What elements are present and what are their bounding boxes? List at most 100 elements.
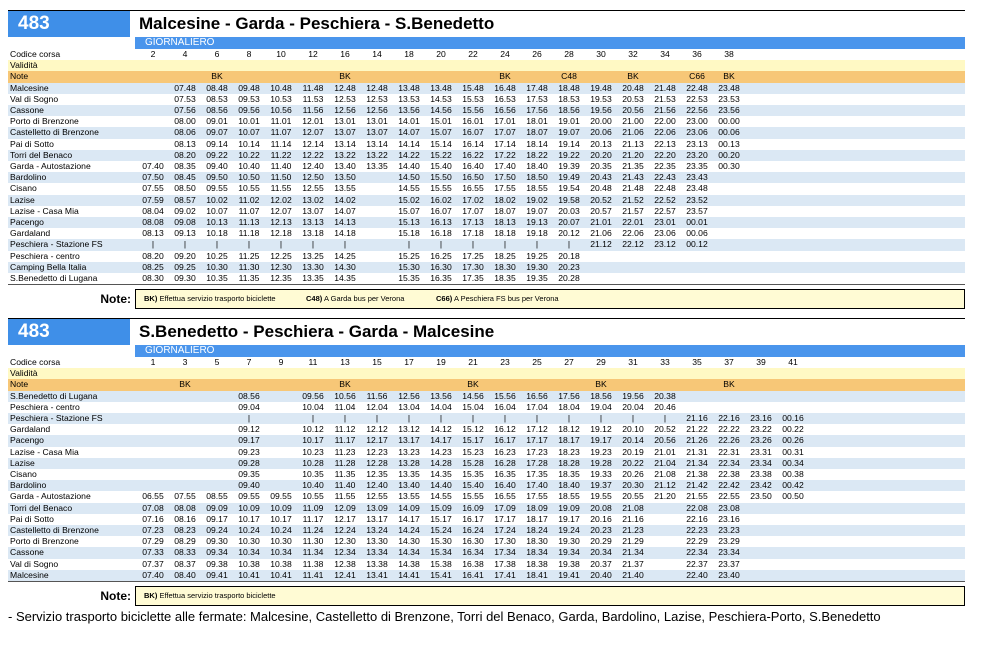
notes-legend: Note: BK) Effettua servizio trasporto bi… <box>8 289 965 309</box>
time-cell: C48 <box>553 71 585 83</box>
time-cell: 14.34 <box>393 547 425 559</box>
time-cell: 13.56 <box>393 105 425 117</box>
time-cell: 20.40 <box>585 569 617 583</box>
time-cell <box>137 127 169 139</box>
time-cell: 22.06 <box>649 127 681 139</box>
time-cell: 16.12 <box>494 424 516 435</box>
time-cell: 11.56 <box>361 390 393 402</box>
time-cell: 00.42 <box>777 480 809 492</box>
time-cell: 11.40 <box>270 161 292 172</box>
time-cell: 21.16 <box>681 413 713 425</box>
time-cell: 18.38 <box>526 558 548 569</box>
time-cell: 15.07 <box>398 205 420 216</box>
time-cell: | <box>137 239 169 251</box>
time-cell: 21.38 <box>686 469 708 480</box>
time-cell: 19.38 <box>558 558 580 569</box>
time-cell: 21.16 <box>622 513 644 524</box>
time-cell: | <box>233 239 265 251</box>
time-cell: 19.09 <box>553 502 585 514</box>
time-cell: 11.17 <box>329 435 361 447</box>
time-cell: 13.13 <box>297 217 329 229</box>
time-cell: 22.48 <box>681 82 713 94</box>
time-cell: 18.22 <box>521 149 553 162</box>
time-cell: 18.14 <box>526 138 548 149</box>
time-cell: 23.13 <box>686 138 708 149</box>
time-cell: 11.23 <box>334 446 356 457</box>
time-cell: 29 <box>596 357 606 367</box>
legend-entry: C66) A Peschiera FS bus per Verona <box>436 290 559 308</box>
time-cell: 09.55 <box>206 183 228 194</box>
time-cell: 20.55 <box>622 491 644 502</box>
stop-row: S.Benedetto di Lugana 08.30 09.30 10.35 11.3… <box>8 273 965 286</box>
time-cell <box>169 435 201 447</box>
time-cell <box>617 261 649 274</box>
time-cell <box>265 402 297 413</box>
notes-legend-label: Note: <box>100 589 131 603</box>
stop-row: Peschiera - Stazione FS | | | | | | | | | | | | | 21.1… <box>8 239 965 251</box>
time-cell: 12.24 <box>329 525 361 537</box>
time-cell: 10.40 <box>238 161 260 172</box>
time-cell: 35 <box>692 357 702 367</box>
time-cell <box>617 60 649 72</box>
time-cell: 21.04 <box>649 457 681 470</box>
time-cell: 22.20 <box>649 149 681 162</box>
time-cell <box>297 379 329 391</box>
time-cell: 16.07 <box>457 127 489 139</box>
time-cell: 09.08 <box>169 217 201 229</box>
time-cell: | <box>617 413 649 425</box>
time-cell: 11.56 <box>297 105 329 117</box>
row-filler <box>745 116 965 127</box>
time-cell <box>585 71 617 83</box>
time-cell: 20.57 <box>590 205 612 216</box>
time-cell: 19.35 <box>521 273 553 286</box>
title-bar: 483 Malcesine - Garda - Peschiera - S.Be… <box>8 10 965 37</box>
time-cell: 10.04 <box>302 401 324 412</box>
row-label: Bardolino <box>8 480 137 492</box>
row-label: Cassone <box>8 105 137 117</box>
time-cell: 22.43 <box>649 172 681 184</box>
time-cell <box>649 547 681 559</box>
time-cell: 20.56 <box>617 105 649 117</box>
time-cell: 10 <box>276 49 286 59</box>
time-cell: 16.18 <box>430 228 452 239</box>
time-cell: 20.23 <box>553 261 585 274</box>
time-cell: 19.33 <box>590 469 612 480</box>
time-cell <box>297 71 329 83</box>
time-cell: 15.50 <box>425 172 457 184</box>
time-cell: 27 <box>564 357 574 367</box>
time-cell: 09.12 <box>238 424 260 435</box>
time-cell: 11.30 <box>302 536 324 547</box>
time-cell: 20.19 <box>622 446 644 457</box>
time-cell <box>137 390 169 402</box>
time-cell: 19.24 <box>553 525 585 537</box>
time-cell: 15.24 <box>425 525 457 537</box>
row-filler <box>745 139 965 150</box>
time-cell: 15.12 <box>462 424 484 435</box>
time-cell: 19 <box>436 357 446 367</box>
time-cell <box>201 60 233 72</box>
time-cell: 20.46 <box>654 401 676 412</box>
time-cell: 12.30 <box>334 536 356 547</box>
time-cell: 15.56 <box>489 390 521 402</box>
time-cell: 11.41 <box>297 569 329 583</box>
time-cell: 16.22 <box>457 149 489 162</box>
time-cell: 21.08 <box>617 502 649 514</box>
time-cell: 12.12 <box>366 424 388 435</box>
time-cell: 12.04 <box>366 401 388 412</box>
time-cell <box>265 457 297 470</box>
time-cell: 12.09 <box>329 502 361 514</box>
time-cell: 21.01 <box>585 217 617 229</box>
time-cell <box>553 379 585 391</box>
time-cell: 20 <box>436 49 446 59</box>
time-cell: 07.40 <box>137 569 169 583</box>
time-cell: 10.25 <box>206 250 228 261</box>
time-cell: 08.55 <box>206 491 228 502</box>
time-cell: 14.30 <box>398 536 420 547</box>
time-cell: BK <box>617 71 649 83</box>
time-cell: 20.07 <box>553 217 585 229</box>
row-label: Lazise - Casa Mia <box>10 205 79 216</box>
time-cell: 07.16 <box>142 513 164 524</box>
row-label: S.Benedetto di Lugana <box>8 273 137 286</box>
time-cell: | <box>361 413 393 425</box>
time-cell: 23.00 <box>686 116 708 127</box>
